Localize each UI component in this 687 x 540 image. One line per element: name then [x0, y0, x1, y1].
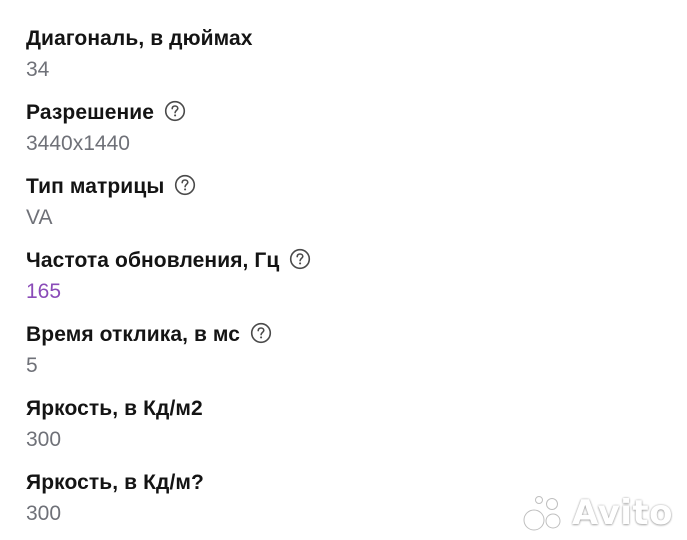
watermark-text: Avito	[571, 493, 673, 533]
question-circle-icon[interactable]	[164, 100, 186, 122]
spec-label-row: Яркость, в Кд/м2	[26, 392, 666, 426]
spec-value: 165	[26, 280, 62, 303]
spec-item-refresh-rate: Частота обновления, Гц 165	[26, 244, 666, 318]
spec-item-resolution: Разрешение 3440x1440	[26, 96, 666, 170]
spec-item-response-time: Время отклика, в мс 5	[26, 318, 666, 392]
spec-label-row: Время отклика, в мс	[26, 318, 666, 352]
spec-label-row: Диагональ, в дюймах	[26, 22, 666, 56]
spec-label: Тип матрицы	[26, 175, 165, 198]
spec-label-row: Разрешение	[26, 96, 666, 130]
question-circle-icon[interactable]	[174, 174, 196, 196]
spec-item-matrix-type: Тип матрицы VA	[26, 170, 666, 244]
spec-label: Яркость, в Кд/м2	[26, 397, 203, 420]
spec-label: Частота обновления, Гц	[26, 249, 280, 272]
spec-label: Время отклика, в мс	[26, 323, 241, 346]
spec-list: Диагональ, в дюймах 34 Разрешение 3440x1…	[26, 22, 666, 540]
spec-value: 5	[26, 354, 38, 377]
spec-value: VA	[26, 206, 53, 229]
spec-label-row: Тип матрицы	[26, 170, 666, 204]
spec-value: 34	[26, 58, 50, 81]
question-circle-icon[interactable]	[250, 322, 272, 344]
spec-label: Диагональ, в дюймах	[26, 27, 253, 50]
spec-item-brightness: Яркость, в Кд/м2 300	[26, 392, 666, 466]
spec-label: Яркость, в Кд/м?	[26, 471, 204, 494]
spec-label: Разрешение	[26, 101, 155, 124]
spec-value: 3440x1440	[26, 132, 130, 155]
avito-logo-icon	[523, 496, 561, 531]
watermark: Avito	[522, 492, 673, 534]
spec-item-diagonal: Диагональ, в дюймах 34	[26, 22, 666, 96]
question-circle-icon[interactable]	[289, 248, 311, 270]
spec-value: 300	[26, 428, 62, 451]
spec-label-row: Частота обновления, Гц	[26, 244, 666, 278]
